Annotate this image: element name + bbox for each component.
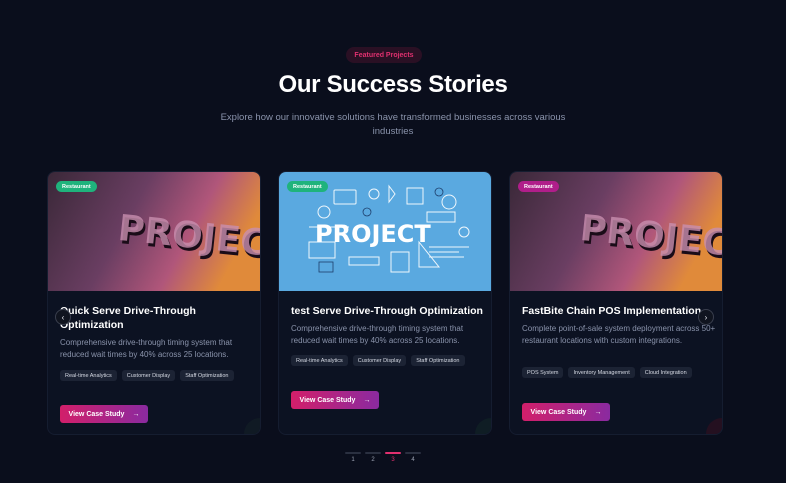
feature-chips: POS System Inventory Management Cloud In… [522, 367, 717, 378]
carousel-prev-button[interactable]: ‹ [55, 309, 71, 325]
page-indicator-3[interactable]: 3 [385, 452, 401, 463]
arrow-right-icon: → [132, 410, 140, 418]
project-image-3: PROJECTS PROJECTS Restaurant [510, 172, 722, 291]
project-card-3[interactable]: PROJECTS PROJECTS Restaurant FastBite Ch… [509, 171, 723, 435]
svg-text:PROJECT: PROJECT [315, 220, 431, 248]
view-case-study-button[interactable]: View Case Study → [522, 403, 610, 421]
chevron-right-icon: › [704, 312, 708, 322]
category-tag: Restaurant [56, 181, 97, 192]
page-indicator-1[interactable]: 1 [345, 452, 361, 463]
chevron-left-icon: ‹ [61, 312, 65, 322]
card-description: Complete point-of-sale system deployment… [522, 324, 716, 345]
project-card-2[interactable]: PROJECT Restaurant test Serve Drive-Thro… [278, 171, 492, 435]
corner-decoration [475, 418, 491, 434]
view-case-study-button[interactable]: View Case Study → [60, 405, 148, 423]
page-indicator-4[interactable]: 4 [405, 452, 421, 463]
category-tag: Restaurant [287, 181, 328, 192]
featured-badge: Featured Projects [346, 47, 422, 63]
button-label: View Case Study [68, 410, 125, 418]
section-subtitle: Explore how our innovative solutions hav… [220, 112, 566, 137]
feature-chips: Real-time Analytics Customer Display Sta… [60, 370, 255, 381]
feature-chip: POS System [522, 367, 564, 378]
button-label: View Case Study [530, 408, 587, 416]
button-label: View Case Study [299, 396, 356, 404]
project-image-2: PROJECT Restaurant [279, 172, 491, 291]
arrow-right-icon: → [363, 396, 371, 404]
feature-chip: Real-time Analytics [291, 355, 348, 366]
card-title: test Serve Drive-Through Optimization [291, 305, 483, 317]
view-case-study-button[interactable]: View Case Study → [291, 391, 379, 409]
feature-chip: Customer Display [352, 355, 407, 366]
project-card-1[interactable]: PROJECTS PROJECTS Restaurant Quick Serve… [47, 171, 261, 435]
card-title: Quick Serve Drive-Through Optimization [60, 305, 196, 331]
feature-chip: Staff Optimization [180, 370, 234, 381]
card-description: Comprehensive drive-through timing syste… [60, 338, 233, 359]
feature-chip: Cloud Integration [639, 367, 692, 378]
feature-chip: Real-time Analytics [60, 370, 117, 381]
section-title: Our Success Stories [278, 71, 508, 98]
feature-chip: Customer Display [121, 370, 176, 381]
page-indicator-2[interactable]: 2 [365, 452, 381, 463]
page-number: 4 [411, 457, 415, 463]
page-number: 3 [391, 457, 395, 463]
carousel-next-button[interactable]: › [698, 309, 714, 325]
project-image-1: PROJECTS PROJECTS Restaurant [48, 172, 260, 291]
corner-decoration [706, 418, 722, 434]
feature-chips: Real-time Analytics Customer Display Sta… [291, 355, 486, 366]
card-title: FastBite Chain POS Implementation [522, 305, 702, 317]
feature-chip: Staff Optimization [411, 355, 465, 366]
corner-decoration [244, 418, 260, 434]
page-number: 2 [371, 457, 375, 463]
carousel-pagination: 1 2 3 4 [345, 452, 421, 463]
category-tag: Restaurant [518, 181, 559, 192]
arrow-right-icon: → [594, 408, 602, 416]
page-number: 1 [351, 457, 355, 463]
feature-chip: Inventory Management [568, 367, 635, 378]
card-description: Comprehensive drive-through timing syste… [291, 324, 464, 345]
